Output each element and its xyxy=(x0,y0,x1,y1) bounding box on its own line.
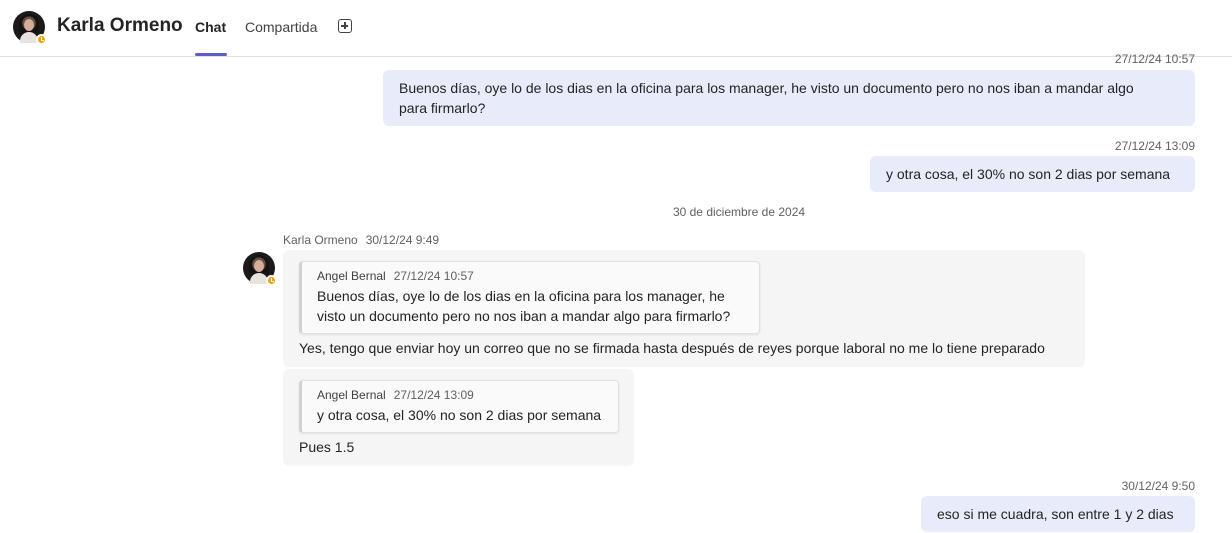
tab-compartida[interactable]: Compartida xyxy=(245,19,317,35)
message-timestamp: 30/12/24 9:49 xyxy=(365,233,440,247)
message-text: Pues 1.5 xyxy=(299,439,355,455)
chat-header: Karla Ormeno Chat Compartida xyxy=(0,0,1232,57)
quote-timestamp: 27/12/24 13:09 xyxy=(393,388,474,402)
sender-avatar[interactable] xyxy=(243,252,277,286)
incoming-message[interactable]: Angel Bernal 27/12/24 13:09 y otra cosa, … xyxy=(283,369,634,466)
quote-timestamp: 27/12/24 10:57 xyxy=(393,269,474,283)
add-tab-icon[interactable] xyxy=(338,19,352,33)
quote-author: Angel Bernal xyxy=(317,388,386,402)
outgoing-message[interactable]: y otra cosa, el 30% no son 2 dias por se… xyxy=(870,156,1195,192)
sender-name[interactable]: Karla Ormeno xyxy=(283,233,358,247)
message-text-line: para firmarlo? xyxy=(399,100,486,116)
quote-header: Angel Bernal 27/12/24 10:57 xyxy=(317,268,747,284)
quote-author: Angel Bernal xyxy=(317,269,386,283)
away-status-icon xyxy=(36,34,47,45)
tab-chat[interactable]: Chat xyxy=(195,19,226,35)
message-text: Yes, tengo que enviar hoy un correo que … xyxy=(299,340,1045,356)
quoted-message[interactable]: Angel Bernal 27/12/24 10:57 Buenos días, … xyxy=(299,261,760,334)
quoted-message[interactable]: Angel Bernal 27/12/24 13:09 y otra cosa, … xyxy=(299,380,619,433)
message-timestamp: 27/12/24 13:09 xyxy=(1114,139,1195,153)
date-separator: 30 de diciembre de 2024 xyxy=(672,205,806,219)
contact-name-title[interactable]: Karla Ormeno xyxy=(57,15,183,37)
quote-header: Angel Bernal 27/12/24 13:09 xyxy=(317,387,606,403)
message-timestamp: 27/12/24 10:57 xyxy=(1114,52,1195,66)
message-text-line: Buenos días, oye lo de los dias en la of… xyxy=(399,80,1134,96)
away-status-icon xyxy=(266,275,277,286)
contact-avatar[interactable] xyxy=(13,11,47,45)
message-timestamp: 30/12/24 9:50 xyxy=(1121,479,1195,493)
quote-text-line: Buenos días, oye lo de los dias en la of… xyxy=(317,288,725,304)
sender-line: Karla Ormeno 30/12/24 9:49 xyxy=(283,233,439,247)
active-tab-indicator xyxy=(195,53,227,56)
quote-text-line: visto un documento pero no nos iban a ma… xyxy=(317,308,731,324)
quote-text-line: y otra cosa, el 30% no son 2 dias por se… xyxy=(317,407,602,423)
avatar-face xyxy=(24,19,34,31)
outgoing-message[interactable]: Buenos días, oye lo de los dias en la of… xyxy=(383,70,1195,126)
avatar-face xyxy=(254,260,264,272)
incoming-message[interactable]: Angel Bernal 27/12/24 10:57 Buenos días, … xyxy=(283,250,1085,367)
outgoing-message[interactable]: eso si me cuadra, son entre 1 y 2 dias xyxy=(921,496,1195,532)
